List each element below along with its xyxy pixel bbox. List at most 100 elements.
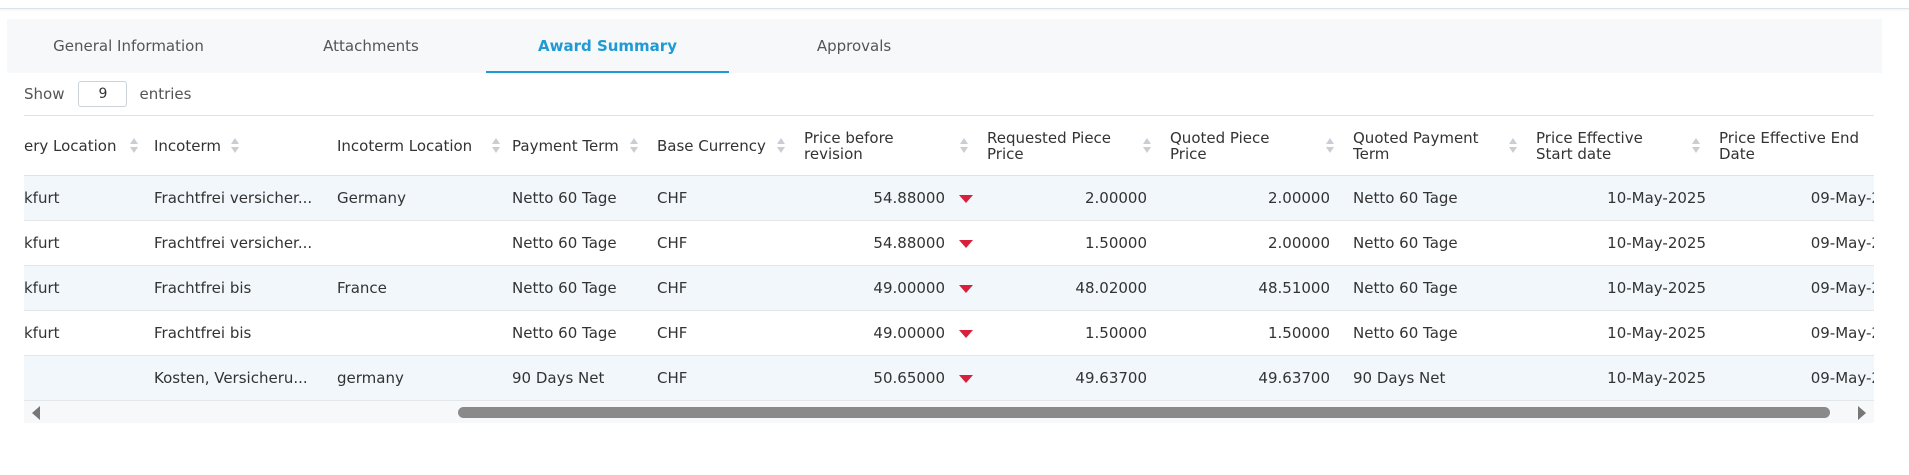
cell-price-effective-end-date: 09-May-202 bbox=[1810, 189, 1874, 207]
cell-quoted-payment-term: Netto 60 Tage bbox=[1353, 324, 1458, 342]
column-header-payment-term[interactable]: Payment Term bbox=[512, 116, 654, 175]
cell-price-effective-end-date: 09-May-202 bbox=[1810, 369, 1874, 387]
column-header-incoterm[interactable]: Incoterm bbox=[154, 116, 334, 175]
cell-price-before-revision: 49.00000 bbox=[873, 279, 945, 297]
entries-label: entries bbox=[139, 85, 192, 103]
cell-delivery-location: kfurt bbox=[24, 324, 60, 342]
triangle-down-icon bbox=[959, 195, 973, 203]
cell-incoterm-location: Germany bbox=[337, 189, 406, 207]
sort-icon[interactable] bbox=[777, 138, 785, 154]
cell-quoted-payment-term: 90 Days Net bbox=[1353, 369, 1446, 387]
cell-quoted-payment-term: Netto 60 Tage bbox=[1353, 234, 1458, 252]
cell-price-effective-start-date: 10-May-2025 bbox=[1607, 189, 1706, 207]
column-header-base-currency[interactable]: Base Currency bbox=[657, 116, 801, 175]
cell-price-effective-end-date: 09-May-202 bbox=[1810, 324, 1874, 342]
cell-delivery-location bbox=[24, 356, 140, 400]
cell-price-effective-end-date: 09-May-202 bbox=[1810, 279, 1874, 297]
cell-quoted-piece-price: 49.63700 bbox=[1258, 369, 1330, 387]
cell-incoterm: Frachtfrei versicher... bbox=[154, 234, 313, 252]
cell-price-effective-end-date: 09-May-202 bbox=[1810, 234, 1874, 252]
award-summary-table: ery Location Incoterm Incoterm Location … bbox=[24, 115, 1874, 402]
column-header-label: Incoterm Location bbox=[337, 136, 473, 155]
column-header-requested-piece-price[interactable]: Requested Piece Price bbox=[987, 116, 1167, 175]
cell-price-effective-start-date: 10-May-2025 bbox=[1607, 324, 1706, 342]
cell-price-before-revision: 49.00000 bbox=[873, 324, 945, 342]
cell-requested-piece-price: 2.00000 bbox=[1084, 189, 1147, 207]
column-header-delivery-location[interactable]: ery Location bbox=[24, 116, 140, 175]
triangle-down-icon bbox=[959, 330, 973, 338]
cell-delivery-location: kfurt bbox=[24, 234, 60, 252]
column-header-price-before-revision[interactable]: Price before revision bbox=[804, 116, 984, 175]
tab-bar: General Information Attachments Award Su… bbox=[7, 19, 1882, 73]
cell-incoterm: Frachtfrei bis bbox=[154, 279, 252, 297]
cell-quoted-piece-price: 48.51000 bbox=[1258, 279, 1330, 297]
scrollbar-thumb[interactable] bbox=[458, 407, 1830, 418]
tab-attachments[interactable]: Attachments bbox=[275, 19, 467, 73]
tab-approvals[interactable]: Approvals bbox=[758, 19, 950, 73]
cell-price-before-revision: 54.88000 bbox=[873, 234, 945, 252]
cell-quoted-payment-term: Netto 60 Tage bbox=[1353, 189, 1458, 207]
cell-price-effective-start-date: 10-May-2025 bbox=[1607, 369, 1706, 387]
table-row[interactable]: kfurt Frachtfrei versicher... Germany Ne… bbox=[24, 176, 1874, 221]
cell-quoted-piece-price: 2.00000 bbox=[1267, 234, 1330, 252]
arrow-right-icon[interactable] bbox=[1858, 406, 1866, 420]
cell-base-currency: CHF bbox=[657, 369, 688, 387]
cell-quoted-payment-term: Netto 60 Tage bbox=[1353, 279, 1458, 297]
cell-incoterm: Frachtfrei bis bbox=[154, 324, 252, 342]
column-header-label: Price Effective Start date bbox=[1536, 128, 1643, 163]
column-header-label: Payment Term bbox=[512, 136, 619, 155]
cell-payment-term: Netto 60 Tage bbox=[512, 189, 617, 207]
cell-requested-piece-price: 1.50000 bbox=[1084, 234, 1147, 252]
sort-icon[interactable] bbox=[1509, 138, 1517, 154]
sort-icon[interactable] bbox=[1692, 138, 1700, 154]
top-bar bbox=[0, 0, 1909, 9]
sort-icon[interactable] bbox=[960, 138, 968, 154]
sort-icon[interactable] bbox=[1326, 138, 1334, 154]
cell-requested-piece-price: 1.50000 bbox=[1084, 324, 1147, 342]
sort-icon[interactable] bbox=[630, 138, 638, 154]
entries-count-input[interactable]: 9 bbox=[78, 81, 128, 107]
cell-price-before-revision: 50.65000 bbox=[873, 369, 945, 387]
entries-length-control: Show 9 entries bbox=[24, 81, 191, 107]
column-header-price-effective-start-date[interactable]: Price Effective Start date bbox=[1536, 116, 1716, 175]
cell-requested-piece-price: 48.02000 bbox=[1075, 279, 1147, 297]
cell-price-effective-start-date: 10-May-2025 bbox=[1607, 279, 1706, 297]
column-header-quoted-piece-price[interactable]: Quoted Piece Price bbox=[1170, 116, 1350, 175]
table-row[interactable]: kfurt Frachtfrei bis France Netto 60 Tag… bbox=[24, 266, 1874, 311]
cell-payment-term: Netto 60 Tage bbox=[512, 234, 617, 252]
show-label: Show bbox=[24, 85, 65, 103]
column-header-label: ery Location bbox=[24, 136, 117, 155]
sort-icon[interactable] bbox=[1143, 138, 1151, 154]
cell-base-currency: CHF bbox=[657, 324, 688, 342]
arrow-left-icon[interactable] bbox=[32, 406, 40, 420]
cell-price-before-revision: 54.88000 bbox=[873, 189, 945, 207]
sort-icon[interactable] bbox=[231, 138, 239, 154]
cell-incoterm-location: germany bbox=[337, 369, 404, 387]
horizontal-scrollbar[interactable] bbox=[24, 401, 1874, 423]
sort-icon[interactable] bbox=[492, 138, 500, 154]
cell-incoterm-location: France bbox=[337, 279, 387, 297]
table-row[interactable]: Kosten, Versicheru... germany 90 Days Ne… bbox=[24, 356, 1874, 401]
cell-incoterm: Kosten, Versicheru... bbox=[154, 369, 308, 387]
table-header: ery Location Incoterm Incoterm Location … bbox=[24, 116, 1874, 176]
cell-delivery-location: kfurt bbox=[24, 189, 60, 207]
cell-base-currency: CHF bbox=[657, 234, 688, 252]
column-header-quoted-payment-term[interactable]: Quoted Payment Term bbox=[1353, 116, 1533, 175]
column-header-incoterm-location[interactable]: Incoterm Location bbox=[337, 116, 515, 175]
table-row[interactable]: kfurt Frachtfrei bis Netto 60 Tage CHF 4… bbox=[24, 311, 1874, 356]
sort-icon[interactable] bbox=[130, 138, 138, 154]
table-row[interactable]: kfurt Frachtfrei versicher... Netto 60 T… bbox=[24, 221, 1874, 266]
column-header-label: Price before revision bbox=[804, 128, 894, 163]
column-header-price-effective-end-date[interactable]: Price Effective End Date bbox=[1719, 116, 1874, 175]
cell-quoted-piece-price: 1.50000 bbox=[1267, 324, 1330, 342]
column-header-label: Incoterm bbox=[154, 136, 221, 155]
triangle-down-icon bbox=[959, 240, 973, 248]
cell-incoterm: Frachtfrei versicher... bbox=[154, 189, 313, 207]
cell-payment-term: 90 Days Net bbox=[512, 369, 605, 387]
column-header-label: Quoted Piece Price bbox=[1170, 128, 1270, 163]
tab-general-information[interactable]: General Information bbox=[26, 19, 231, 73]
cell-base-currency: CHF bbox=[657, 189, 688, 207]
cell-payment-term: Netto 60 Tage bbox=[512, 324, 617, 342]
tab-award-summary[interactable]: Award Summary bbox=[486, 19, 729, 73]
column-header-label: Base Currency bbox=[657, 136, 766, 155]
